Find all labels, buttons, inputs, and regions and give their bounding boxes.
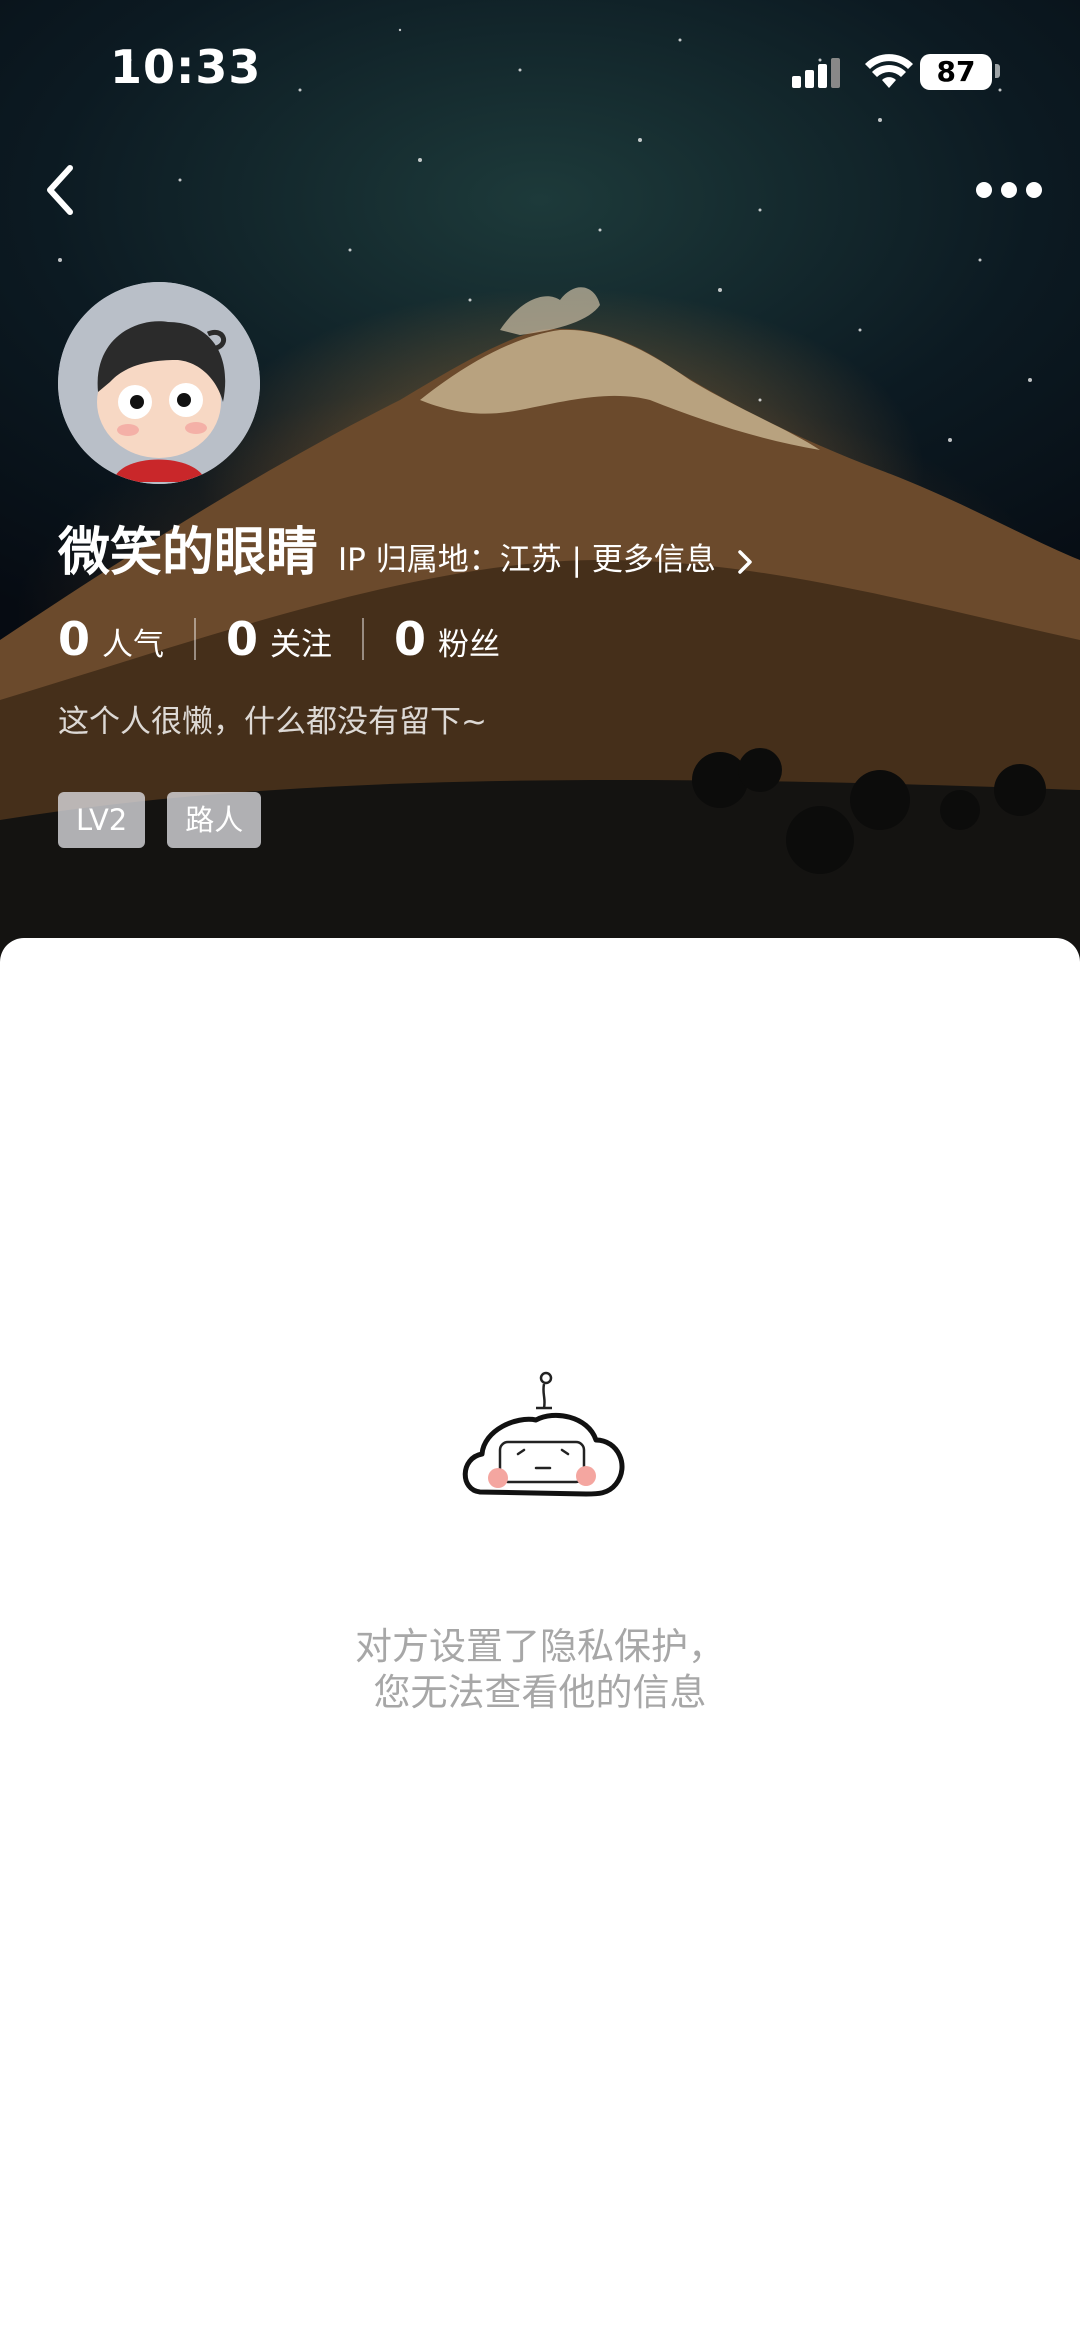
status-time: 10:33 <box>110 40 262 94</box>
more-button[interactable] <box>974 170 1044 210</box>
chevron-right-icon <box>737 549 752 574</box>
profile-bio: 这个人很懒，什么都没有留下~ <box>58 704 487 740</box>
privacy-message: 对方设置了隐私保护， 您无法查看他的信息 <box>0 1624 1080 1716</box>
battery-tip <box>995 64 1000 78</box>
empty-state-illustration <box>458 1370 628 1520</box>
profile-screen: 10:33 87 微笑的眼睛 IP 归属地：江苏 | 更多信息 0 人气 0 关… <box>0 0 1080 2337</box>
wifi-icon <box>865 54 913 88</box>
profile-stats: 0 人气 0 关注 0 粉丝 <box>58 612 500 666</box>
status-icons: 87 <box>790 50 1020 94</box>
avatar[interactable] <box>58 282 260 484</box>
ip-location-more-info-link[interactable]: IP 归属地：江苏 | 更多信息 <box>338 534 754 579</box>
back-button[interactable] <box>36 160 86 220</box>
more-horizontal-icon <box>976 182 1042 198</box>
cartoon-boy-avatar-icon <box>58 282 260 484</box>
name-row: 微笑的眼睛 IP 归属地：江苏 | 更多信息 <box>58 510 754 585</box>
username: 微笑的眼睛 <box>58 523 319 583</box>
battery-icon: 87 <box>920 54 992 90</box>
stat-label: 人气 <box>102 627 165 663</box>
privacy-message-line2: 您无法查看他的信息 <box>373 1671 707 1714</box>
stat-popularity[interactable]: 0 人气 <box>58 612 164 666</box>
ip-location-text: IP 归属地：江苏 | 更多信息 <box>338 542 716 578</box>
stat-fans[interactable]: 0 粉丝 <box>394 612 500 666</box>
profile-tags: LV2 路人 <box>58 792 283 848</box>
privacy-message-line1: 对方设置了隐私保护， <box>355 1625 725 1668</box>
stat-value: 0 <box>58 612 91 666</box>
cloud-robot-icon <box>462 1371 625 1497</box>
stat-label: 粉丝 <box>438 627 501 663</box>
stat-following[interactable]: 0 关注 <box>226 612 332 666</box>
divider <box>194 618 197 660</box>
cellular-signal-icon <box>792 58 840 88</box>
stat-value: 0 <box>226 612 259 666</box>
identity-badge: 路人 <box>167 792 262 848</box>
divider <box>362 618 365 660</box>
chevron-left-icon <box>47 165 73 215</box>
level-badge: LV2 <box>58 792 146 848</box>
stat-value: 0 <box>394 612 427 666</box>
stat-label: 关注 <box>270 627 333 663</box>
